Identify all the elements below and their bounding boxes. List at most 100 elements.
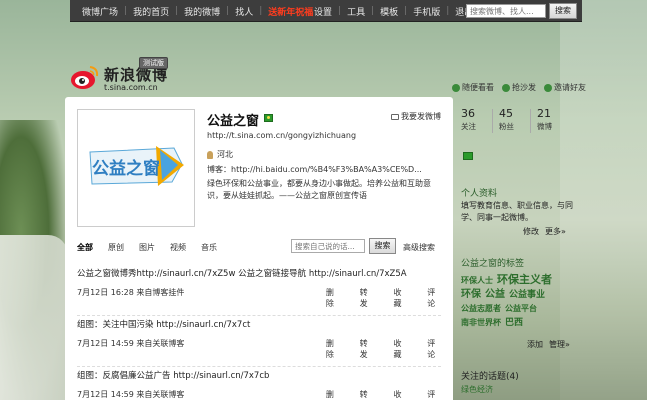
nav-settings[interactable]: 设置 (308, 5, 338, 18)
comment-button[interactable]: 评论 (427, 338, 441, 360)
tag-item[interactable]: 公益志愿者 (461, 304, 501, 313)
top-navigation-bar: 微博广场 | 我的首页 | 我的微博 | 找人 | 送新年祝福 设置 | 工具 | 模板 | … (70, 0, 582, 22)
tags-section-heading: 公益之窗的标签 (461, 259, 525, 269)
feed-tabs: 全部 原创 图片 视频 音乐 (77, 242, 232, 253)
weibo-label: 微博 (537, 122, 552, 131)
profile-blog-link[interactable]: 博客：http://hi.baidu.com/%B4%F3%BA%A3%CE%D… (207, 164, 422, 175)
gongyi-logo-image: 公益之窗 (89, 146, 184, 186)
weibo-eye-icon (71, 66, 99, 89)
message-icon (391, 113, 399, 120)
following-label: 关注 (461, 122, 476, 131)
weibo-count: 21 (537, 107, 551, 120)
sina-weibo-logo[interactable]: 新浪微博 t.sina.com.cn 测试版 (70, 57, 170, 96)
post-weibo-link[interactable]: 我要发微博 (391, 111, 441, 122)
stat-divider (492, 109, 493, 133)
profile-stats: 36 关注 45 粉丝 21 微博 (461, 107, 568, 133)
feed-search-input[interactable] (291, 239, 365, 253)
comment-button[interactable]: 评论 (427, 389, 441, 400)
post-actions: 删除 转发 收藏 评论 (306, 287, 441, 309)
nav-my-weibo[interactable]: 我的微博 (178, 5, 226, 18)
verified-flag-icon (264, 114, 273, 122)
followers-label: 粉丝 (499, 122, 514, 131)
add-tag-link[interactable]: 添加 (527, 339, 543, 350)
invite-icon (544, 83, 552, 92)
tag-item[interactable]: 南非世界杯 (461, 318, 501, 327)
tab-videos[interactable]: 视频 (170, 242, 186, 253)
delete-button[interactable]: 删除 (326, 389, 340, 400)
delete-button[interactable]: 删除 (326, 338, 340, 360)
random-icon (452, 83, 460, 92)
repost-button[interactable]: 转发 (360, 389, 374, 400)
manage-tags-link[interactable]: 管理» (549, 339, 570, 350)
stat-followers[interactable]: 45 粉丝 (499, 107, 530, 133)
tag-item[interactable]: 环保 (461, 289, 481, 300)
tag-item[interactable]: 环保人士 (461, 276, 493, 285)
post-actions: 删除 转发 收藏 评论 (306, 338, 441, 360)
post-meta: 7月12日 14:59 来自关联博客 删除 转发 收藏 评论 (77, 338, 441, 360)
post-meta: 7月12日 14:59 来自关联博客 删除 转发 收藏 评论 (77, 389, 441, 400)
stat-weibo[interactable]: 21 微博 (537, 107, 568, 133)
post-time: 7月12日 14:59 来自关联博客 (77, 339, 185, 348)
tab-all[interactable]: 全部 (77, 242, 93, 253)
tab-original[interactable]: 原创 (108, 242, 124, 253)
advanced-search-link[interactable]: 高级搜索 (403, 242, 435, 253)
favorite-button[interactable]: 收藏 (393, 389, 407, 400)
nav-mobile[interactable]: 手机版 (407, 5, 446, 18)
post-actions: 删除 转发 收藏 评论 (306, 389, 441, 400)
top-search-button[interactable]: 搜索 (549, 3, 577, 19)
quick-link-random[interactable]: 随便看看 (452, 82, 494, 93)
repost-button[interactable]: 转发 (360, 338, 374, 360)
comment-button[interactable]: 评论 (427, 287, 441, 309)
logo-url: t.sina.com.cn (104, 83, 158, 92)
nav-templates[interactable]: 模板 (374, 5, 404, 18)
feed-post: 组图：关注中国污染 http://sinaurl.cn/7x7ct 7月12日 … (77, 318, 441, 367)
top-search-input[interactable] (466, 4, 546, 18)
tag-item[interactable]: 环保主义者 (497, 273, 552, 286)
post-text: 组图：反腐倡廉公益广告 http://sinaurl.cn/7x7cb (77, 371, 270, 381)
profile-description: 绿色环保和公益事业，都要从身边小事做起。培养公益和互助意识，要从娃娃抓起。——公… (207, 179, 431, 200)
stat-following[interactable]: 36 关注 (461, 107, 492, 133)
tag-item[interactable]: 公益事业 (509, 290, 545, 300)
following-count: 36 (461, 107, 475, 120)
delete-button[interactable]: 删除 (326, 287, 340, 309)
beta-badge: 测试版 (139, 57, 168, 69)
profile-section-text: 填写教育信息、职业信息，与同学、同事一起微博。 (461, 201, 573, 222)
more-profile-link[interactable]: 更多» (545, 226, 566, 237)
profile-section-links: 修改 更多» (523, 226, 566, 237)
profile-url[interactable]: http://t.sina.com.cn/gongyizhichuang (207, 131, 356, 140)
background-pot (0, 235, 68, 400)
post-divider (77, 315, 441, 316)
feed-post: 组图：反腐倡廉公益广告 http://sinaurl.cn/7x7cb 7月12… (77, 369, 441, 400)
feed-search-button[interactable]: 搜索 (369, 238, 396, 254)
quick-link-invite[interactable]: 邀请好友 (544, 82, 586, 93)
top-nav-right: 设置 | 工具 | 模板 | 手机版 | 退出 (308, 0, 479, 22)
sofa-icon (502, 83, 510, 92)
main-panel: 公益之窗 公益之窗 http://t.sina.com.cn/gongyizhi… (65, 97, 453, 400)
favorite-button[interactable]: 收藏 (393, 287, 407, 309)
quick-link-sofa[interactable]: 抢沙发 (502, 82, 536, 93)
feed-post: 公益之窗微博秀http://sinaurl.cn/7xZ5w 公益之窗链接导航 … (77, 267, 441, 316)
nav-find-people[interactable]: 找人 (229, 5, 259, 18)
profile-name: 公益之窗 (207, 114, 260, 129)
topic-item[interactable]: 绿色经济 (461, 384, 493, 395)
nav-weibo-square[interactable]: 微博广场 (76, 5, 124, 18)
tag-item[interactable]: 公益平台 (505, 304, 537, 313)
post-time: 7月12日 14:59 来自关联博客 (77, 390, 185, 399)
tag-item[interactable]: 公益 (485, 289, 505, 300)
profile-location: 河北 (207, 149, 233, 160)
edit-profile-link[interactable]: 修改 (523, 226, 539, 237)
tag-item[interactable]: 巴西 (505, 318, 523, 328)
nav-my-home[interactable]: 我的首页 (127, 5, 175, 18)
post-time: 7月12日 16:28 来自博客挂件 (77, 288, 185, 297)
repost-button[interactable]: 转发 (360, 287, 374, 309)
favorite-button[interactable]: 收藏 (393, 338, 407, 360)
tab-images[interactable]: 图片 (139, 242, 155, 253)
nav-tools[interactable]: 工具 (341, 5, 371, 18)
quick-links: 随便看看 抢沙发 邀请好友 (452, 82, 586, 93)
post-divider (77, 366, 441, 367)
tab-music[interactable]: 音乐 (201, 242, 217, 253)
post-meta: 7月12日 16:28 来自博客挂件 删除 转发 收藏 评论 (77, 287, 441, 309)
profile-section-heading: 个人资料 (461, 189, 498, 199)
avatar[interactable]: 公益之窗 (77, 109, 195, 227)
tag-cloud: 环保人士 环保主义者 环保 公益 公益事业 公益志愿者 公益平台 南非世界杯 巴西 (461, 273, 576, 330)
